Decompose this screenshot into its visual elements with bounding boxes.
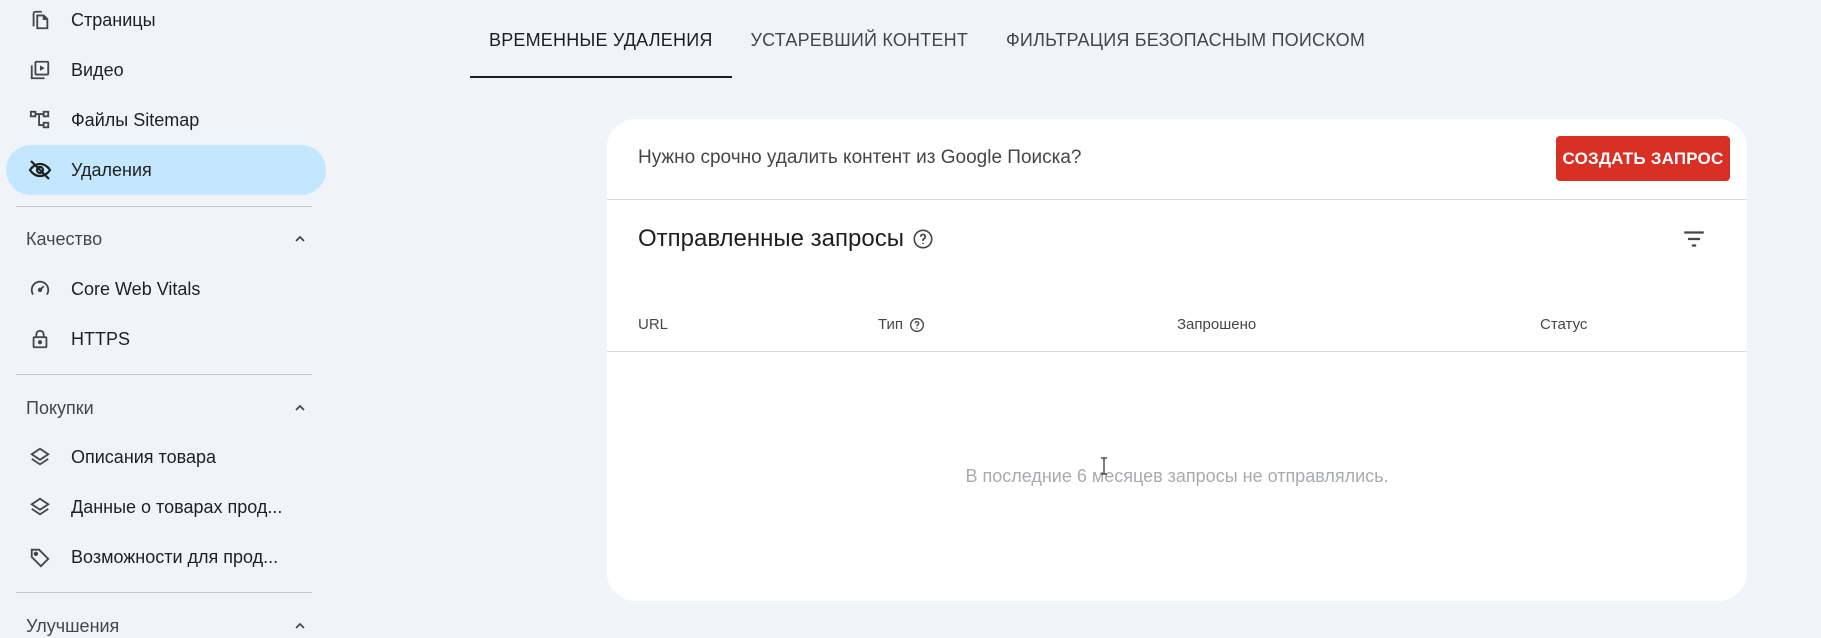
sidebar-item-video[interactable]: Видео [6, 45, 326, 95]
section-title: Качество [26, 228, 103, 249]
column-header-requested[interactable]: Запрошено [1177, 316, 1256, 333]
column-header-url[interactable]: URL [638, 316, 668, 333]
chevron-up-icon [288, 614, 312, 638]
sidebar-item-shopping-opportunities[interactable]: Возможности для прод... [6, 532, 326, 582]
removal-prompt: Нужно срочно удалить контент из Google П… [638, 147, 1082, 168]
requests-card: Нужно срочно удалить контент из Google П… [607, 119, 1747, 601]
sidebar-item-label: HTTPS [71, 328, 131, 349]
removals-page: Страницы Видео Файлы Sitemap Удаления Ка… [0, 0, 1821, 638]
tab-safesearch-filtering[interactable]: ФИЛЬТРАЦИЯ БЕЗОПАСНЫМ ПОИСКОМ [987, 0, 1384, 80]
card-header: Нужно срочно удалить контент из Google П… [607, 119, 1747, 200]
sidebar-item-label: Видео [71, 59, 124, 80]
sidebar-item-https[interactable]: HTTPS [6, 314, 326, 364]
section-header-quality[interactable]: Качество [16, 219, 312, 259]
video-icon [28, 58, 52, 82]
card-title-text: Отправленные запросы [638, 225, 904, 252]
help-icon[interactable] [909, 317, 925, 333]
chevron-up-icon [288, 227, 312, 251]
text-cursor-icon [1101, 457, 1107, 475]
speed-icon [28, 277, 52, 301]
sidebar-item-product-snippets[interactable]: Описания товара [6, 432, 326, 482]
submitted-requests-heading: Отправленные запросы [638, 225, 934, 253]
empty-state-message: В последние 6 месяцев запросы не отправл… [965, 466, 1389, 486]
section-header-enhancements[interactable]: Улучшения [16, 606, 312, 638]
requests-table-header: URL Тип Запрошено Статус [607, 301, 1747, 352]
visibility-off-icon [28, 158, 52, 182]
column-header-type[interactable]: Тип [878, 316, 925, 333]
sidebar: Страницы Видео Файлы Sitemap Удаления Ка… [0, 0, 330, 638]
sidebar-item-label: Возможности для прод... [71, 546, 279, 567]
sidebar-item-label: Страницы [71, 9, 156, 30]
sidebar-item-label: Описания товара [71, 446, 217, 467]
help-icon[interactable] [912, 228, 934, 250]
sidebar-divider [16, 206, 312, 207]
sidebar-item-label: Core Web Vitals [71, 278, 201, 299]
column-header-type-label: Тип [878, 316, 904, 333]
sidebar-item-label: Файлы Sitemap [71, 109, 200, 130]
section-title: Покупки [26, 397, 94, 418]
removal-tabs: ВРЕМЕННЫЕ УДАЛЕНИЯ УСТАРЕВШИЙ КОНТЕНТ ФИ… [470, 0, 1384, 80]
sitemap-icon [28, 108, 52, 132]
chevron-up-icon [288, 396, 312, 420]
sidebar-item-core-web-vitals[interactable]: Core Web Vitals [6, 264, 326, 314]
layers-icon [28, 445, 52, 469]
section-title: Улучшения [26, 615, 120, 636]
sidebar-item-label: Удаления [71, 159, 152, 180]
sidebar-item-label: Данные о товарах прод... [71, 496, 283, 517]
sidebar-item-merchant-listings[interactable]: Данные о товарах прод... [6, 482, 326, 532]
column-header-status[interactable]: Статус [1540, 316, 1587, 333]
tag-icon [28, 545, 52, 569]
sidebar-item-pages[interactable]: Страницы [6, 0, 326, 45]
layers-icon [28, 495, 52, 519]
create-request-button[interactable]: СОЗДАТЬ ЗАПРОС [1556, 136, 1730, 181]
sidebar-divider [16, 374, 312, 375]
sidebar-item-removals[interactable]: Удаления [6, 145, 326, 195]
tab-temporary-removals[interactable]: ВРЕМЕННЫЕ УДАЛЕНИЯ [470, 0, 732, 80]
pages-icon [28, 8, 52, 32]
filter-icon[interactable] [1678, 223, 1710, 255]
tab-outdated-content[interactable]: УСТАРЕВШИЙ КОНТЕНТ [732, 0, 988, 80]
lock-icon [28, 327, 52, 351]
section-header-shopping[interactable]: Покупки [16, 388, 312, 428]
sidebar-divider [16, 592, 312, 593]
sidebar-item-sitemaps[interactable]: Файлы Sitemap [6, 95, 326, 145]
